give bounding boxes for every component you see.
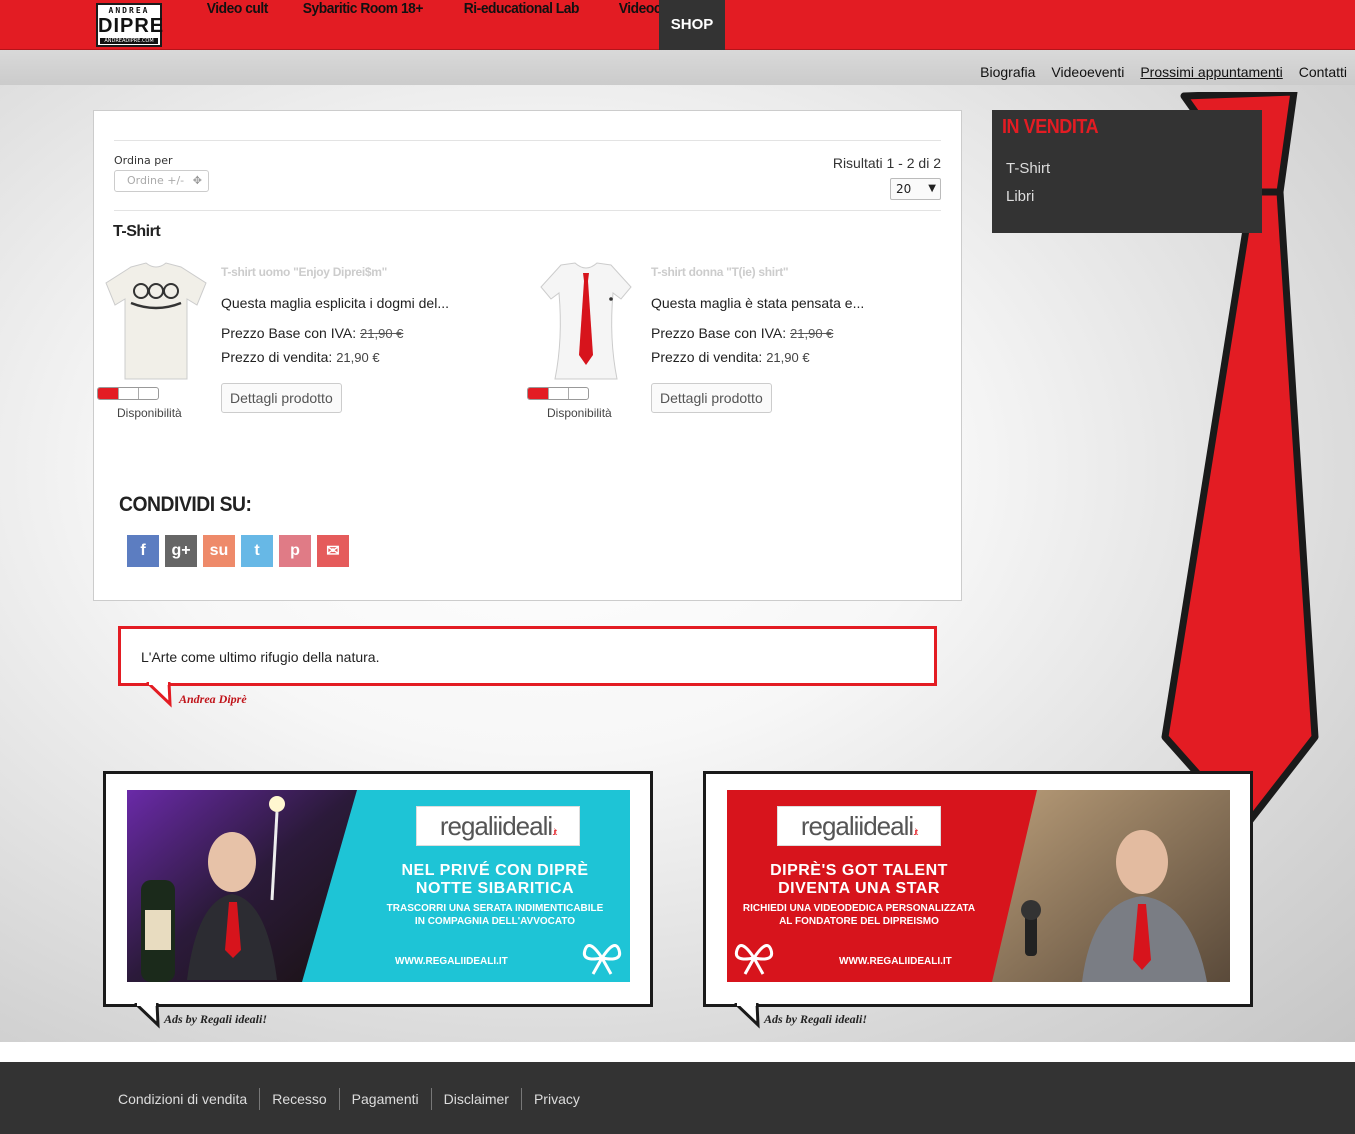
sidebar-item-libri[interactable]: Libri	[1006, 188, 1034, 205]
ad-logo: regaliideali.it	[416, 806, 580, 846]
product-sale-price: Prezzo di vendita: 21,90 €	[221, 349, 380, 365]
availability-fill	[528, 388, 548, 399]
footer-link-privacy[interactable]: Privacy	[520, 1088, 592, 1110]
ad-label: Ads by Regali ideali!	[764, 1012, 867, 1026]
ad-banner-prive[interactable]: regaliideali.it NEL PRIVÉ CON DIPRÈ NOTT…	[127, 790, 630, 982]
order-select-value: Ordine +/-	[127, 174, 185, 187]
divider	[114, 210, 941, 211]
ribbon-icon	[734, 944, 774, 975]
product-details-button[interactable]: Dettagli prodotto	[651, 383, 772, 413]
logo-sub-text: ANDREADIPRE.COM	[100, 38, 158, 44]
ad-tail	[133, 1003, 160, 1029]
footer-link-condizioni[interactable]: Condizioni di vendita	[118, 1088, 259, 1110]
nav-item-ri-educational-lab[interactable]: Ri-educational Lab	[450, 0, 593, 50]
secondary-nav: Biografia Videoeventi Prossimi appuntame…	[980, 64, 1347, 80]
tshirt-men-image[interactable]	[101, 259, 211, 384]
stumbleupon-icon[interactable]: su	[203, 535, 235, 567]
footer-links: Condizioni di vendita Recesso Pagamenti …	[118, 1088, 592, 1110]
facebook-icon[interactable]: f	[127, 535, 159, 567]
top-navbar: ANDREA DIPRE ANDREADIPRE.COM Video cult …	[0, 0, 1355, 50]
per-page-select[interactable]: 20 ▼	[890, 178, 941, 200]
availability-bar	[527, 387, 589, 400]
sidebar-title: IN VENDITA	[1002, 116, 1099, 138]
share-buttons: f g+ su t p ✉	[127, 535, 349, 567]
subnav-contatti[interactable]: Contatti	[1299, 64, 1347, 80]
subnav-biografia[interactable]: Biografia	[980, 64, 1035, 80]
ad-logo: regaliideali.it	[777, 806, 941, 846]
order-select[interactable]: Ordine +/- ✥	[114, 170, 209, 192]
divider	[114, 140, 941, 141]
ad-headline: DIPRÈ'S GOT TALENT DIVENTA UNA STAR	[770, 862, 948, 897]
availability-label: Disponibilità	[547, 406, 612, 420]
ad-url: WWW.REGALIIDEALI.IT	[839, 956, 952, 967]
ad-headline: NEL PRIVÉ CON DIPRÈ NOTTE SIBARITICA	[401, 862, 589, 897]
sidebar-item-tshirt[interactable]: T-Shirt	[1006, 160, 1050, 177]
nav-item-video-cult[interactable]: Video cult	[193, 0, 282, 50]
google-plus-icon[interactable]: g+	[165, 535, 197, 567]
footer-link-pagamenti[interactable]: Pagamenti	[338, 1088, 431, 1110]
ad-label: Ads by Regali ideali!	[164, 1012, 267, 1026]
product-description: Questa maglia esplicita i dogmi del...	[221, 295, 449, 311]
subnav-prossimi-appuntamenti[interactable]: Prossimi appuntamenti	[1140, 64, 1282, 80]
quote-box: L'Arte come ultimo rifugio della natura.	[118, 626, 937, 686]
site-logo[interactable]: ANDREA DIPRE ANDREADIPRE.COM	[96, 3, 165, 47]
availability-fill	[98, 388, 118, 399]
order-arrows-icon: ✥	[192, 174, 202, 187]
product-base-price: Prezzo Base con IVA: 21,90 €	[221, 325, 404, 341]
ad-box: regaliideali.it DIPRÈ'S GOT TALENT DIVEN…	[703, 771, 1253, 1007]
footer-link-disclaimer[interactable]: Disclaimer	[430, 1088, 521, 1110]
footer-link-recesso[interactable]: Recesso	[259, 1088, 338, 1110]
quote-text: L'Arte come ultimo rifugio della natura.	[141, 649, 380, 665]
nav-item-sybaritic-room[interactable]: Sybaritic Room 18+	[289, 0, 437, 50]
ad-subline: RICHIEDI UNA VIDEODEDICA PERSONALIZZATA …	[742, 903, 976, 927]
product-sale-price: Prezzo di vendita: 21,90 €	[651, 349, 810, 365]
share-title: CONDIVIDI SU:	[119, 493, 252, 516]
ad-subline: TRASCORRI UNA SERATA INDIMENTICABILE IN …	[386, 903, 604, 927]
twitter-icon[interactable]: t	[241, 535, 273, 567]
category-title: T-Shirt	[113, 223, 161, 240]
email-icon[interactable]: ✉	[317, 535, 349, 567]
footer: Condizioni di vendita Recesso Pagamenti …	[0, 1062, 1355, 1134]
availability-bar	[97, 387, 159, 400]
product-card: Disponibilità T-shirt uomo "Enjoy Diprei…	[97, 259, 521, 429]
quote-tail	[145, 682, 172, 708]
order-label: Ordina per	[114, 154, 173, 167]
subnav-videoeventi[interactable]: Videoeventi	[1051, 64, 1124, 80]
product-card: Disponibilità T-shirt donna "T(ie) shirt…	[527, 259, 951, 429]
ribbon-icon	[582, 944, 622, 975]
product-listing-panel: Ordina per Ordine +/- ✥ Risultati 1 - 2 …	[93, 110, 962, 601]
logo-top-text: ANDREA	[108, 6, 150, 15]
chevron-down-icon: ▼	[928, 183, 936, 194]
ad-banner-talent[interactable]: regaliideali.it DIPRÈ'S GOT TALENT DIVEN…	[727, 790, 1230, 982]
availability-label: Disponibilità	[117, 406, 182, 420]
product-name[interactable]: T-shirt donna "T(ie) shirt"	[651, 265, 789, 279]
results-count: Risultati 1 - 2 di 2	[832, 155, 941, 171]
pinterest-icon[interactable]: p	[279, 535, 311, 567]
ad-box: regaliideali.it NEL PRIVÉ CON DIPRÈ NOTT…	[103, 771, 653, 1007]
nav-item-shop[interactable]: SHOP	[659, 0, 725, 50]
ad-url: WWW.REGALIIDEALI.IT	[395, 956, 508, 967]
main-nav: Video cult Sybaritic Room 18+ Ri-educati…	[193, 0, 697, 50]
product-details-button[interactable]: Dettagli prodotto	[221, 383, 342, 413]
product-name[interactable]: T-shirt uomo "Enjoy Diprei$m"	[221, 265, 387, 279]
product-base-price: Prezzo Base con IVA: 21,90 €	[651, 325, 834, 341]
product-description: Questa maglia è stata pensata e...	[651, 295, 865, 311]
per-page-value: 20	[896, 182, 912, 196]
tshirt-women-image[interactable]	[531, 259, 641, 384]
ad-tail	[733, 1003, 760, 1029]
sidebar-in-vendita: IN VENDITA T-Shirt Libri	[992, 110, 1262, 233]
logo-name-text: DIPRE	[98, 15, 165, 37]
quote-author: Andrea Diprè	[179, 692, 247, 706]
